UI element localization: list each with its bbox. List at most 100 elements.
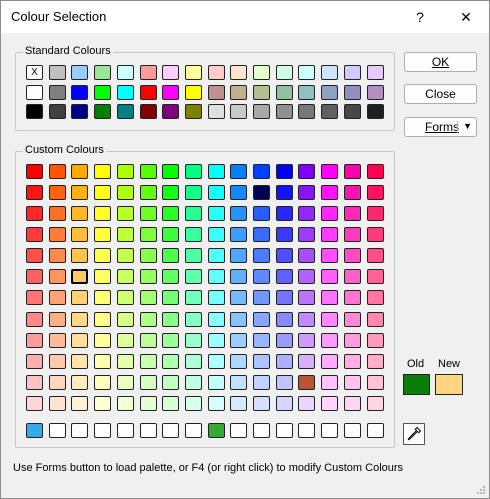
custom-colour-swatch[interactable] xyxy=(230,333,248,348)
custom-colour-swatch[interactable] xyxy=(343,185,361,200)
custom-colour-swatch[interactable] xyxy=(48,227,66,242)
custom-colour-swatch[interactable] xyxy=(230,290,248,305)
custom-colour-slot[interactable] xyxy=(343,423,361,438)
custom-colour-swatch[interactable] xyxy=(298,290,316,305)
custom-colour-swatch[interactable] xyxy=(71,312,89,327)
custom-colour-swatch[interactable] xyxy=(184,269,202,284)
custom-colour-slot[interactable] xyxy=(48,423,66,438)
custom-colour-swatch[interactable] xyxy=(94,164,112,179)
custom-colour-swatch[interactable] xyxy=(343,354,361,369)
custom-colour-swatch[interactable] xyxy=(321,333,339,348)
custom-colour-swatch[interactable] xyxy=(162,312,180,327)
standard-colour-swatch[interactable] xyxy=(71,65,89,80)
custom-colour-swatch[interactable] xyxy=(366,248,384,263)
standard-colour-swatch[interactable] xyxy=(343,85,361,100)
custom-colour-swatch[interactable] xyxy=(253,248,270,263)
custom-colour-swatch[interactable] xyxy=(298,396,316,411)
standard-colour-swatch[interactable] xyxy=(230,104,248,119)
custom-colour-swatch[interactable] xyxy=(71,375,89,390)
custom-colour-swatch[interactable] xyxy=(94,354,112,369)
custom-colour-swatch[interactable] xyxy=(366,185,384,200)
custom-colour-swatch[interactable] xyxy=(298,248,316,263)
custom-colour-swatch[interactable] xyxy=(343,269,361,284)
custom-colour-swatch[interactable] xyxy=(139,248,157,263)
custom-colour-swatch[interactable] xyxy=(139,396,157,411)
standard-colour-swatch[interactable] xyxy=(184,85,202,100)
custom-colour-swatch[interactable] xyxy=(26,185,43,200)
custom-colour-swatch[interactable] xyxy=(207,375,225,390)
standard-colour-swatch[interactable] xyxy=(207,65,225,80)
custom-colour-swatch[interactable] xyxy=(275,227,293,242)
custom-colour-swatch[interactable] xyxy=(94,185,112,200)
custom-colour-swatch[interactable] xyxy=(162,290,180,305)
custom-colour-swatch[interactable] xyxy=(298,312,316,327)
custom-colour-swatch[interactable] xyxy=(230,248,248,263)
custom-colour-swatch[interactable] xyxy=(230,164,248,179)
chevron-down-icon[interactable]: ▼ xyxy=(463,121,472,131)
custom-colour-swatch[interactable] xyxy=(230,206,248,221)
custom-colour-swatch[interactable] xyxy=(71,185,89,200)
custom-colour-slot[interactable] xyxy=(116,423,134,438)
custom-colour-swatch[interactable] xyxy=(343,333,361,348)
custom-colour-swatch[interactable] xyxy=(139,290,157,305)
custom-colour-swatch[interactable] xyxy=(253,312,270,327)
custom-colour-swatch[interactable] xyxy=(343,227,361,242)
custom-colour-swatch[interactable] xyxy=(48,290,66,305)
custom-colour-swatch[interactable] xyxy=(207,164,225,179)
custom-colour-swatch[interactable] xyxy=(253,164,270,179)
custom-colour-swatch[interactable] xyxy=(116,164,134,179)
custom-colour-swatch[interactable] xyxy=(116,354,134,369)
standard-colour-swatch[interactable] xyxy=(94,104,112,119)
custom-colour-slot[interactable] xyxy=(207,423,225,438)
custom-colour-swatch[interactable] xyxy=(184,375,202,390)
custom-colour-swatch[interactable] xyxy=(184,396,202,411)
custom-colour-swatch[interactable] xyxy=(162,227,180,242)
custom-colour-swatch[interactable] xyxy=(162,333,180,348)
custom-colour-swatch[interactable] xyxy=(366,164,384,179)
custom-colour-swatch[interactable] xyxy=(321,206,339,221)
custom-colour-swatch[interactable] xyxy=(207,269,225,284)
close-window-button[interactable]: ✕ xyxy=(443,1,489,33)
standard-colour-swatch[interactable] xyxy=(298,65,316,80)
custom-colour-swatch[interactable] xyxy=(48,269,66,284)
custom-colour-swatch[interactable] xyxy=(71,227,89,242)
standard-colour-swatch[interactable] xyxy=(343,65,361,80)
custom-colour-swatch[interactable] xyxy=(207,227,225,242)
custom-colour-swatch[interactable] xyxy=(26,396,43,411)
custom-colour-swatch[interactable] xyxy=(275,269,293,284)
custom-colour-swatch[interactable] xyxy=(116,333,134,348)
custom-colour-swatch[interactable] xyxy=(71,354,89,369)
custom-colour-swatch[interactable] xyxy=(207,396,225,411)
custom-colour-slot[interactable] xyxy=(71,423,89,438)
standard-colour-swatch[interactable] xyxy=(71,85,89,100)
custom-colour-swatch[interactable] xyxy=(184,185,202,200)
custom-colour-swatch[interactable] xyxy=(94,333,112,348)
custom-colour-swatch[interactable] xyxy=(275,333,293,348)
custom-colour-swatch[interactable] xyxy=(275,206,293,221)
custom-colour-swatch[interactable] xyxy=(321,396,339,411)
custom-colour-swatch[interactable] xyxy=(253,396,270,411)
custom-colour-swatch[interactable] xyxy=(253,333,270,348)
custom-colour-swatch[interactable] xyxy=(253,375,270,390)
standard-colour-swatch[interactable] xyxy=(71,104,89,119)
custom-colour-swatch[interactable] xyxy=(298,354,316,369)
custom-colour-swatch[interactable] xyxy=(321,248,339,263)
custom-colour-swatch[interactable] xyxy=(298,206,316,221)
custom-colour-swatch[interactable] xyxy=(94,312,112,327)
custom-colour-swatch[interactable] xyxy=(116,185,134,200)
custom-colour-swatch[interactable] xyxy=(343,312,361,327)
custom-colour-swatch[interactable] xyxy=(343,290,361,305)
custom-colour-swatch[interactable] xyxy=(230,269,248,284)
custom-colour-swatch[interactable] xyxy=(230,227,248,242)
custom-colour-slot[interactable] xyxy=(139,423,157,438)
custom-colour-swatch[interactable] xyxy=(207,333,225,348)
standard-colour-swatch[interactable] xyxy=(321,104,339,119)
custom-colour-swatch[interactable] xyxy=(321,227,339,242)
standard-colour-swatch[interactable] xyxy=(207,85,225,100)
custom-colour-swatch[interactable] xyxy=(71,248,89,263)
custom-colour-swatch[interactable] xyxy=(275,290,293,305)
custom-colour-swatch[interactable] xyxy=(321,269,339,284)
custom-colour-swatch[interactable] xyxy=(48,396,66,411)
custom-colour-swatch[interactable] xyxy=(116,206,134,221)
standard-colour-swatch[interactable] xyxy=(116,85,134,100)
